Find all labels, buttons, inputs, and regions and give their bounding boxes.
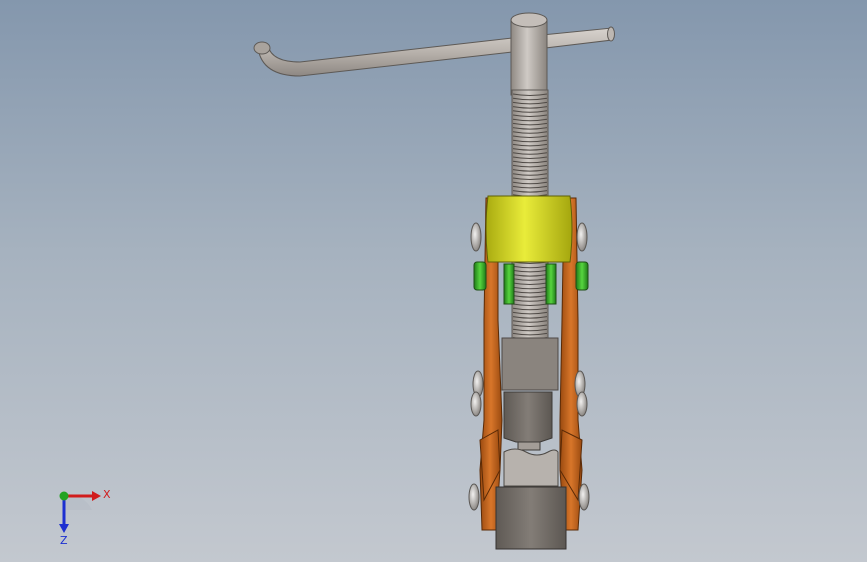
- y-axis-dot: [59, 491, 69, 501]
- clamp-assembly-model[interactable]: [0, 0, 867, 562]
- jaw-pad[interactable]: [503, 448, 559, 487]
- grey-jaw-block[interactable]: [495, 486, 567, 550]
- yellow-nut-block[interactable]: [485, 195, 573, 263]
- spindle-guide-block[interactable]: [501, 337, 559, 391]
- x-axis-label: X: [103, 488, 111, 501]
- axis-triad: X Z: [59, 488, 111, 546]
- t-handle[interactable]: [253, 12, 615, 96]
- x-axis-arrow: [92, 491, 101, 501]
- z-axis-arrow: [59, 524, 69, 533]
- 3d-viewport[interactable]: X Z: [0, 0, 867, 562]
- z-axis-label: Z: [60, 534, 68, 546]
- hex-nut[interactable]: [503, 391, 553, 451]
